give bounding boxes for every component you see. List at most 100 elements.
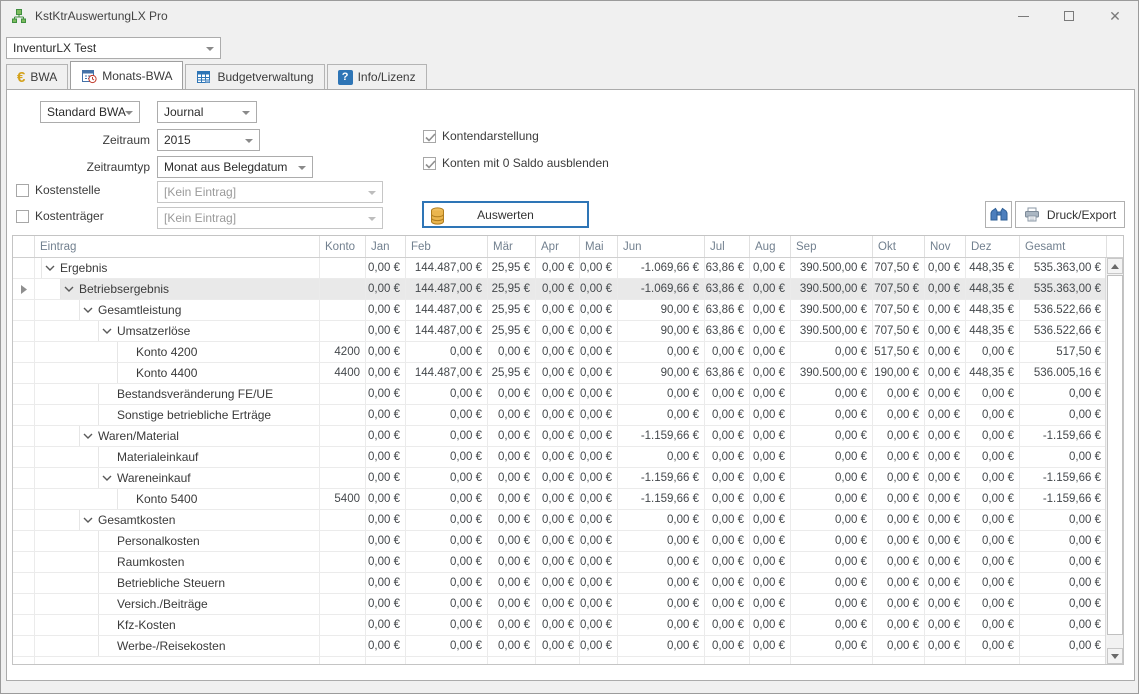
- tab-bwa[interactable]: € BWA: [6, 64, 68, 89]
- konto-cell: [320, 636, 366, 656]
- column-header-nov[interactable]: Nov: [925, 236, 966, 257]
- search-button[interactable]: [985, 201, 1012, 228]
- column-header-jan[interactable]: Jan: [366, 236, 406, 257]
- table-row[interactable]: Wareneinkauf0,00 €0,00 €0,00 €0,00 €0,00…: [13, 468, 1123, 489]
- zeitraum-select[interactable]: 2015: [157, 129, 260, 151]
- column-header-feb[interactable]: Feb: [406, 236, 488, 257]
- table-row[interactable]: Gesamtleistung0,00 €144.487,00 €25,95 €0…: [13, 300, 1123, 321]
- konten-null-saldo-checkbox-row: Konten mit 0 Saldo ausblenden: [423, 156, 609, 170]
- tree-node: Waren/Material: [79, 426, 319, 446]
- value-cell: 0,00 €: [873, 405, 925, 425]
- table-row[interactable]: Betriebliche Steuern0,00 €0,00 €0,00 €0,…: [13, 573, 1123, 594]
- tree-node: Personalkosten: [98, 531, 319, 551]
- value-cell: 0,00 €: [1020, 405, 1107, 425]
- collapse-chevron-icon[interactable]: [99, 475, 115, 481]
- tree-indent: [35, 384, 98, 404]
- column-header-sep[interactable]: Sep: [791, 236, 873, 257]
- kostentraeger-label: Kostenträger: [35, 209, 104, 223]
- table-row[interactable]: Kfz-Kosten0,00 €0,00 €0,00 €0,00 €0,00 €…: [13, 615, 1123, 636]
- table-row[interactable]: Raumkosten0,00 €0,00 €0,00 €0,00 €0,00 €…: [13, 552, 1123, 573]
- konto-cell: [320, 510, 366, 530]
- zeitraumtyp-value: Monat aus Belegdatum: [164, 160, 287, 174]
- column-header-mär[interactable]: Mär: [488, 236, 536, 257]
- tab-monats-bwa[interactable]: Monats-BWA: [70, 61, 183, 89]
- column-header-mai[interactable]: Mai: [580, 236, 618, 257]
- tree-node: Umsatzerlöse: [98, 321, 319, 341]
- table-row[interactable]: Betriebsergebnis0,00 €144.487,00 €25,95 …: [13, 279, 1123, 300]
- collapse-chevron-icon[interactable]: [61, 286, 77, 292]
- collapse-chevron-icon[interactable]: [99, 328, 115, 334]
- column-header-okt[interactable]: Okt: [873, 236, 925, 257]
- value-cell: 0,00 €: [966, 447, 1020, 467]
- column-header-dez[interactable]: Dez: [966, 236, 1020, 257]
- tab-budgetverwaltung[interactable]: Budgetverwaltung: [185, 64, 324, 89]
- value-cell: 0,00 €: [488, 573, 536, 593]
- bwa-type-select[interactable]: Standard BWA: [40, 101, 140, 123]
- table-row[interactable]: Waren/Material0,00 €0,00 €0,00 €0,00 €0,…: [13, 426, 1123, 447]
- empty-cell: [406, 657, 488, 665]
- table-row[interactable]: Bestandsveränderung FE/UE0,00 €0,00 €0,0…: [13, 384, 1123, 405]
- column-header-jun[interactable]: Jun: [618, 236, 705, 257]
- collapse-chevron-icon[interactable]: [80, 517, 96, 523]
- kontendarstellung-checkbox[interactable]: [423, 130, 436, 143]
- vertical-scrollbar[interactable]: [1105, 258, 1123, 664]
- konto-cell: 4400: [320, 363, 366, 383]
- column-header-jul[interactable]: Jul: [705, 236, 750, 257]
- value-cell: 0,00 €: [366, 447, 406, 467]
- value-cell: 0,00 €: [536, 363, 580, 383]
- druck-export-button[interactable]: Druck/Export: [1015, 201, 1125, 228]
- column-header-eintrag[interactable]: Eintrag: [35, 236, 320, 257]
- collapse-chevron-icon[interactable]: [80, 307, 96, 313]
- column-header-gesamt[interactable]: Gesamt: [1020, 236, 1107, 257]
- scroll-down-button[interactable]: [1107, 648, 1123, 664]
- tab-info-lizenz[interactable]: ? Info/Lizenz: [327, 64, 427, 89]
- kostenstelle-checkbox[interactable]: [16, 184, 29, 197]
- tree-node: Konto 4200: [117, 342, 319, 362]
- value-cell: -1.159,66 €: [1020, 489, 1107, 509]
- close-button[interactable]: ✕: [1092, 1, 1138, 31]
- zeitraumtyp-select[interactable]: Monat aus Belegdatum: [157, 156, 313, 178]
- konten-null-saldo-checkbox[interactable]: [423, 157, 436, 170]
- collapse-chevron-icon[interactable]: [80, 433, 96, 439]
- value-cell: 517,50 €: [873, 342, 925, 362]
- value-cell: 0,00 €: [488, 594, 536, 614]
- value-cell: 0,00 €: [536, 510, 580, 530]
- table-row[interactable]: Gesamtkosten0,00 €0,00 €0,00 €0,00 €0,00…: [13, 510, 1123, 531]
- table-row[interactable]: Konto 540054000,00 €0,00 €0,00 €0,00 €0,…: [13, 489, 1123, 510]
- value-cell: 0,00 €: [873, 552, 925, 572]
- row-indicator-cell: [13, 489, 35, 509]
- scroll-thumb[interactable]: [1107, 275, 1123, 635]
- table-row[interactable]: Ergebnis0,00 €144.487,00 €25,95 €0,00 €0…: [13, 258, 1123, 279]
- value-cell: 0,00 €: [366, 384, 406, 404]
- scroll-up-button[interactable]: [1107, 258, 1123, 274]
- table-row[interactable]: Konto 440044000,00 €144.487,00 €25,95 €0…: [13, 363, 1123, 384]
- column-header-aug[interactable]: Aug: [750, 236, 791, 257]
- row-label: Versich./Beiträge: [117, 597, 208, 611]
- collapse-chevron-icon[interactable]: [42, 265, 58, 271]
- table-row[interactable]: Personalkosten0,00 €0,00 €0,00 €0,00 €0,…: [13, 531, 1123, 552]
- value-cell: 0,00 €: [750, 300, 791, 320]
- tree-indent: [35, 405, 98, 425]
- row-indicator-cell: [13, 573, 35, 593]
- kostenstelle-select[interactable]: [Kein Eintrag]: [157, 181, 383, 203]
- profile-select[interactable]: InventurLX Test: [6, 37, 221, 59]
- table-row[interactable]: Umsatzerlöse0,00 €144.487,00 €25,95 €0,0…: [13, 321, 1123, 342]
- table-row[interactable]: Werbe-/Reisekosten0,00 €0,00 €0,00 €0,00…: [13, 636, 1123, 657]
- minimize-button[interactable]: [1000, 1, 1046, 31]
- value-cell: 536.522,66 €: [1020, 300, 1107, 320]
- journal-select[interactable]: Journal: [157, 101, 257, 123]
- value-cell: 0,00 €: [536, 468, 580, 488]
- kostentraeger-select[interactable]: [Kein Eintrag]: [157, 207, 383, 229]
- table-row[interactable]: Sonstige betriebliche Erträge0,00 €0,00 …: [13, 405, 1123, 426]
- table-row[interactable]: Konto 420042000,00 €0,00 €0,00 €0,00 €0,…: [13, 342, 1123, 363]
- auswerten-button[interactable]: Auswerten: [422, 201, 589, 228]
- column-header-konto[interactable]: Konto: [320, 236, 366, 257]
- column-header-apr[interactable]: Apr: [536, 236, 580, 257]
- table-row[interactable]: Versich./Beiträge0,00 €0,00 €0,00 €0,00 …: [13, 594, 1123, 615]
- table-row[interactable]: Materialeinkauf0,00 €0,00 €0,00 €0,00 €0…: [13, 447, 1123, 468]
- value-cell: 0,00 €: [618, 447, 705, 467]
- maximize-button[interactable]: [1046, 1, 1092, 31]
- kostentraeger-checkbox[interactable]: [16, 210, 29, 223]
- value-cell: 0,00 €: [488, 510, 536, 530]
- empty-cell: [1020, 657, 1107, 665]
